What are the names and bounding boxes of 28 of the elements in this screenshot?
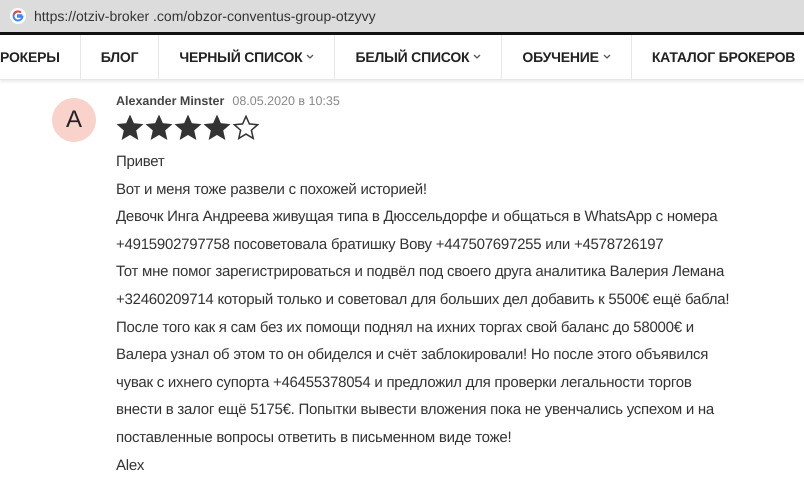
author-name: Alexander Minster bbox=[116, 94, 224, 108]
google-icon bbox=[10, 8, 26, 24]
review-text-line: Тот мне помог зарегистрироваться и подвёл под своего друга аналитика Валерия Лемана bbox=[116, 262, 726, 282]
star-icon bbox=[145, 114, 173, 142]
nav-item[interactable]: ОБУЧЕНИЕ bbox=[502, 35, 632, 79]
nav-item[interactable]: ЧЕРНЫЙ СПИСОК bbox=[159, 35, 336, 79]
star-icon bbox=[174, 114, 202, 142]
nav-item[interactable]: КАТАЛОГ БРОКЕРОВ bbox=[632, 35, 804, 79]
review-text-line: Alex bbox=[116, 456, 146, 476]
star-icon bbox=[203, 114, 231, 142]
url-text[interactable]: https://otziv-broker .com/obzor-conventus-group-otzyvy bbox=[34, 8, 376, 24]
review-text-line: После того как я сам без их помощи поднял на ихних торгах свой баланс до 58000€ и bbox=[116, 318, 695, 338]
review-text-line: поставленные вопросы ответить в письменном виде тоже! bbox=[116, 428, 512, 448]
star-icon bbox=[116, 114, 144, 142]
star-icon bbox=[232, 114, 260, 142]
review-date: 08.05.2020 в 10:35 bbox=[232, 94, 340, 108]
review-text-line: Валера узнал об этом то он обиделся и счёт заблокировали! Но после этого объявился bbox=[116, 345, 710, 366]
nav-item[interactable]: РОКЕРЫ bbox=[0, 35, 81, 79]
avatar: A bbox=[52, 98, 96, 142]
review-text-line: +32460209714 который только и советовал для больших дел добавить к 5500€ ещё бабла! bbox=[116, 290, 730, 310]
review-text-line: внести в залог ещё 5175€. Попытки вывести вложения пока не увенчались успехом и на bbox=[116, 400, 716, 420]
review-text-line: Вот и меня тоже развели с похожей историей! bbox=[116, 180, 428, 200]
nav-item[interactable]: БЛОГ bbox=[80, 35, 160, 79]
review-text-line: чувак с ихнего супорта +46455378054 и предложил для проверки легальности торгов bbox=[116, 372, 693, 393]
review-text-line: Привет bbox=[116, 152, 166, 172]
nav-item[interactable]: БЕЛЫЙ СПИСОК bbox=[335, 35, 502, 79]
review-text-line: +4915902797758 посоветовала братишку Вову +447507697255 или +4578726197 bbox=[116, 234, 664, 255]
review-text-line: Девочк Инга Андреева живущая типа в Дюссельдорфе и общаться в WhatsApp с номера bbox=[116, 207, 719, 228]
